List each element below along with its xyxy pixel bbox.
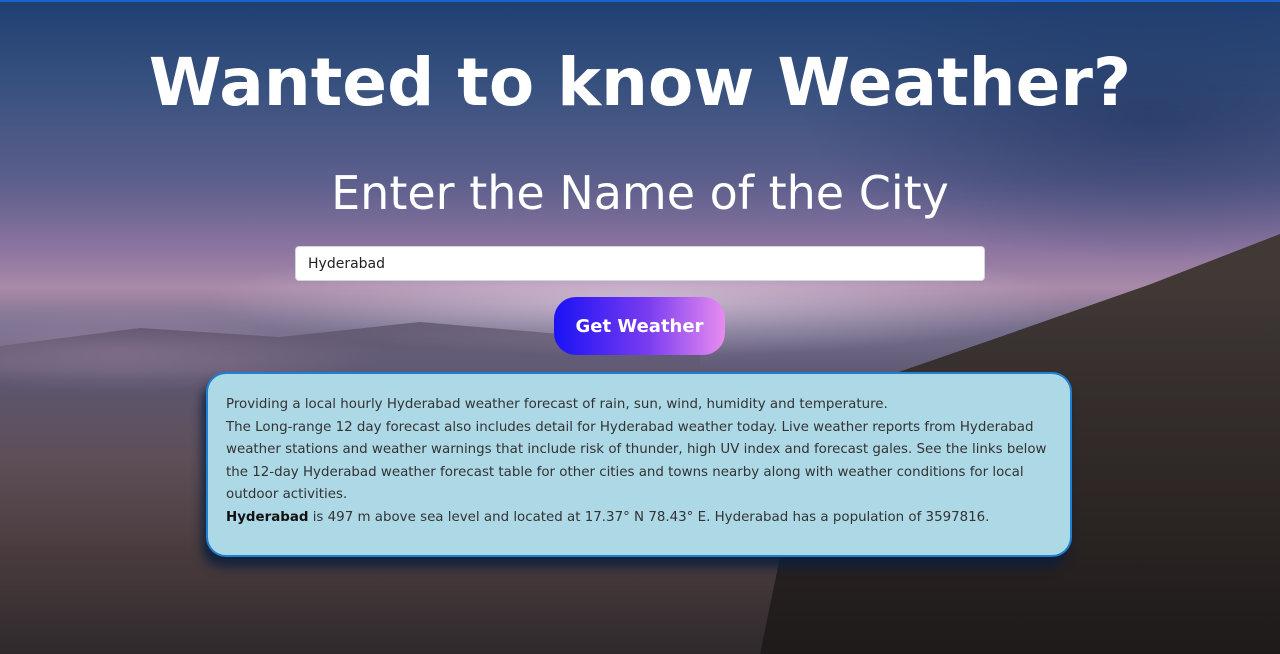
info-line-3-text: is 497 m above sea level and located at … [308,509,990,525]
weather-info-box: Providing a local hourly Hyderabad weath… [206,372,1072,557]
city-input[interactable] [295,246,985,281]
info-line-2: The Long-range 12 day forecast also incl… [226,419,1047,503]
city-name-bold: Hyderabad [226,509,309,525]
page-subtitle: Enter the Name of the City [331,166,949,220]
info-line-3: Hyderabad is 497 m above sea level and l… [226,507,1052,530]
main-content: Wanted to know Weather? Enter the Name o… [0,0,1280,654]
page-title: Wanted to know Weather? [148,44,1132,121]
get-weather-button[interactable]: Get Weather [554,297,725,355]
info-line-1: Providing a local hourly Hyderabad weath… [226,397,888,412]
